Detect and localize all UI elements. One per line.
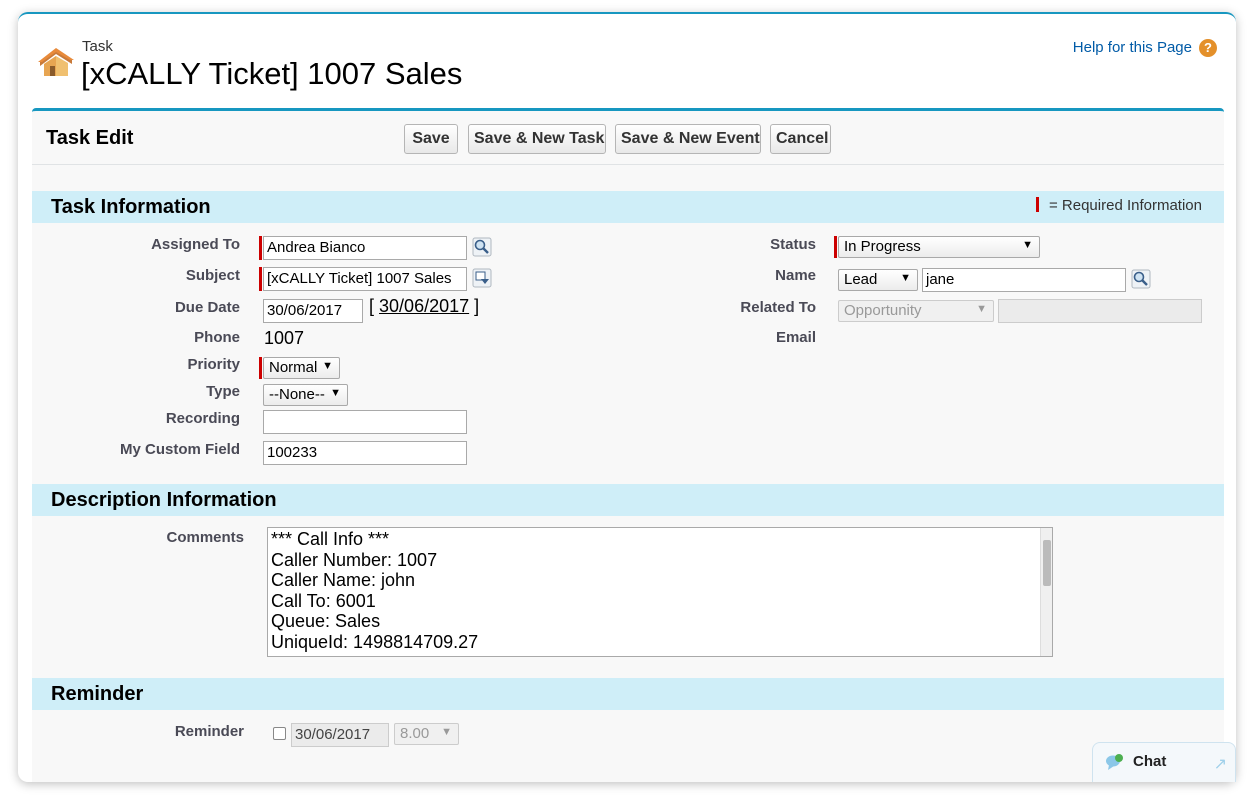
comment-line: Caller Name: john (271, 570, 416, 590)
chat-label: Chat (1133, 753, 1167, 770)
required-marker (259, 236, 262, 260)
reminder-label: Reminder (174, 723, 244, 740)
name-type-value: Lead (844, 271, 878, 288)
assigned-to-label: Assigned To (151, 236, 240, 253)
reminder-date-input: 30/06/2017 (291, 723, 389, 747)
status-select[interactable]: In Progress ▼ (838, 236, 1040, 258)
required-marker (1035, 197, 1039, 212)
lookup-icon[interactable] (1131, 269, 1151, 289)
related-to-input (998, 299, 1202, 323)
comment-line: Call To: 6001 (271, 590, 376, 611)
save-button[interactable]: Save (404, 124, 458, 154)
priority-value: Normal (269, 359, 318, 376)
combobox-icon[interactable] (472, 268, 492, 288)
chat-widget[interactable]: Chat ↗ (1092, 742, 1236, 782)
required-marker (834, 236, 837, 258)
chat-bubble-icon (1106, 754, 1123, 770)
description-information-header: Description Information (32, 484, 1224, 516)
subject-input[interactable]: [xCALLY Ticket] 1007 Sales (263, 267, 467, 291)
page-type-label: Task (82, 38, 113, 55)
dropdown-arrow-icon: ▼ (441, 726, 452, 738)
today-date-link[interactable]: [ 30/06/2017 ] (369, 296, 479, 317)
name-label: Name (775, 267, 816, 284)
save-new-task-button[interactable]: Save & New Task (468, 124, 606, 154)
dropdown-arrow-icon: ▼ (322, 360, 333, 372)
required-legend: = Required Information (1035, 197, 1202, 214)
recording-label: Recording (165, 410, 240, 427)
status-label: Status (770, 236, 816, 253)
related-to-type-select: Opportunity ▼ (838, 300, 994, 322)
scrollbar-thumb[interactable] (1043, 540, 1051, 586)
reminder-header: Reminder (32, 678, 1224, 710)
type-label: Type (206, 383, 240, 400)
section-title: Task Information (51, 196, 211, 218)
required-marker (259, 357, 262, 379)
type-value: --None-- (269, 386, 325, 403)
page-frame: Task [xCALLY Ticket] 1007 Sales Help for… (18, 12, 1236, 782)
panel-title: Task Edit (46, 127, 134, 149)
comment-line: Queue: Sales (271, 611, 381, 631)
custom-field-input[interactable]: 100233 (263, 441, 467, 465)
required-marker (259, 267, 262, 291)
help-link[interactable]: Help for this Page (1073, 39, 1192, 56)
due-date-input[interactable]: 30/06/2017 (263, 299, 363, 323)
assigned-to-input[interactable]: Andrea Bianco (263, 236, 467, 260)
reminder-time-value: 8.00 (400, 725, 430, 742)
name-type-select[interactable]: Lead ▼ (838, 269, 918, 291)
comment-line: Caller Number: 1007 (271, 549, 438, 570)
comment-line: *** Call Info *** (271, 529, 390, 549)
page-title: [xCALLY Ticket] 1007 Sales (81, 56, 463, 91)
dropdown-arrow-icon: ▼ (330, 387, 341, 399)
subject-label: Subject (185, 267, 240, 284)
bracket-open: [ (369, 296, 375, 316)
related-to-type-value: Opportunity (844, 302, 922, 319)
task-information-header: Task Information = Required Information (32, 191, 1224, 223)
due-date-label: Due Date (174, 299, 240, 316)
dropdown-arrow-icon: ▼ (900, 272, 911, 284)
textarea-scrollbar[interactable] (1040, 528, 1052, 656)
related-to-label: Related To (740, 299, 816, 316)
help-icon[interactable]: ? (1199, 39, 1217, 57)
section-title: Description Information (51, 489, 277, 511)
bracket-close: ] (474, 296, 480, 316)
today-link[interactable]: 30/06/2017 (379, 296, 469, 316)
expand-arrow-icon[interactable]: ↗ (1214, 754, 1227, 774)
task-edit-panel: Task Edit Save Save & New Task Save & Ne… (32, 108, 1224, 782)
task-house-icon (38, 48, 74, 76)
phone-label: Phone (194, 329, 240, 346)
save-new-event-button[interactable]: Save & New Event (615, 124, 761, 154)
cancel-button[interactable]: Cancel (770, 124, 831, 154)
recording-input[interactable] (263, 410, 467, 434)
priority-select[interactable]: Normal ▼ (263, 357, 340, 379)
dropdown-arrow-icon: ▼ (976, 303, 987, 315)
required-legend-text: = Required Information (1048, 197, 1202, 214)
comment-line: UniqueId: 1498814709.27 (271, 631, 479, 652)
reminder-checkbox[interactable] (273, 727, 286, 740)
reminder-time-select: 8.00 ▼ (394, 723, 459, 745)
panel-header: Task Edit Save Save & New Task Save & Ne… (32, 111, 1224, 165)
section-title: Reminder (51, 683, 144, 705)
dropdown-arrow-icon: ▼ (1022, 239, 1033, 251)
email-label: Email (775, 329, 816, 346)
custom-field-label: My Custom Field (119, 441, 240, 458)
lookup-icon[interactable] (472, 237, 492, 257)
comments-textarea[interactable]: *** Call Info *** Caller Number: 1007 Ca… (267, 527, 1053, 657)
comments-label: Comments (166, 529, 244, 546)
priority-label: Priority (187, 356, 240, 373)
name-input[interactable]: jane (922, 268, 1126, 292)
status-value: In Progress (844, 238, 921, 255)
phone-value: 1007 (264, 328, 305, 348)
type-select[interactable]: --None-- ▼ (263, 384, 348, 406)
